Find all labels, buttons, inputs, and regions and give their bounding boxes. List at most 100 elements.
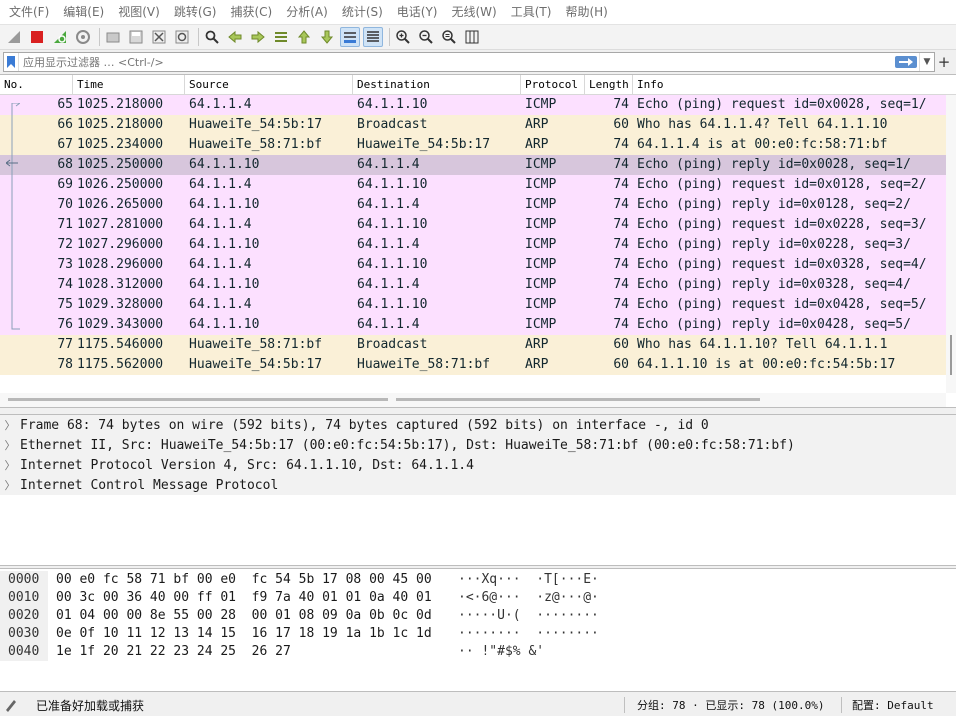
display-filter-input[interactable]: [19, 54, 895, 70]
detail-icmp[interactable]: 〉 Internet Control Message Protocol: [0, 475, 956, 495]
add-filter-button[interactable]: +: [935, 53, 953, 71]
byte-ascii[interactable]: ···Xq··· ·T[···E·: [458, 571, 618, 589]
save-file-icon[interactable]: [126, 27, 146, 47]
menu-capture[interactable]: 捕获(C): [223, 0, 279, 24]
byte-hex[interactable]: 00 e0 fc 58 71 bf 00 e0 fc 54 5b 17 08 0…: [56, 571, 458, 589]
byte-ascii[interactable]: ·<·6@··· ·z@···@·: [458, 589, 618, 607]
restart-capture-icon[interactable]: [50, 27, 70, 47]
chevron-right-icon[interactable]: 〉: [0, 457, 20, 473]
stop-capture-icon[interactable]: [27, 27, 47, 47]
column-header-protocol[interactable]: Protocol: [521, 75, 585, 94]
packet-list-rows: 65 1025.218000 64.1.1.4 64.1.1.10 ICMP 74 Echo…: [0, 95, 956, 375]
byte-offset[interactable]: 0000: [0, 571, 48, 589]
packet-row[interactable]: 77 1175.546000 HuaweiTe_58:71:bf Broadcast A…: [0, 335, 956, 355]
packet-row[interactable]: 65 1025.218000 64.1.1.4 64.1.1.10 ICMP 74 Echo…: [0, 95, 956, 115]
column-header-source[interactable]: Source: [185, 75, 353, 94]
packet-list-horizontal-scrollbar[interactable]: [0, 393, 946, 407]
byte-offset[interactable]: 0030: [0, 625, 48, 643]
packet-row[interactable]: 69 1026.250000 64.1.1.4 64.1.1.10 ICMP 74 Echo…: [0, 175, 956, 195]
packet-length: 60: [613, 337, 629, 352]
column-header-destination[interactable]: Destination: [353, 75, 521, 94]
packet-row[interactable]: 74 1028.312000 64.1.1.10 64.1.1.4 ICMP 74 Echo…: [0, 275, 956, 295]
menu-wireless[interactable]: 无线(W): [445, 0, 504, 24]
packet-row[interactable]: 70 1026.265000 64.1.1.10 64.1.1.4 ICMP 74 Echo…: [0, 195, 956, 215]
packet-row[interactable]: 72 1027.296000 64.1.1.10 64.1.1.4 ICMP 74 Echo…: [0, 235, 956, 255]
byte-hex[interactable]: 00 3c 00 36 40 00 ff 01 f9 7a 40 01 01 0…: [56, 589, 458, 607]
go-back-icon[interactable]: [225, 27, 245, 47]
menu-statistics[interactable]: 统计(S): [335, 0, 390, 24]
packet-row[interactable]: 67 1025.234000 HuaweiTe_58:71:bf HuaweiTe_5…: [0, 135, 956, 155]
packet-row[interactable]: 68 1025.250000 64.1.1.10 64.1.1.4 ICMP 74 Echo…: [0, 155, 956, 175]
chevron-right-icon[interactable]: 〉: [0, 437, 20, 453]
menu-help[interactable]: 帮助(H): [558, 0, 614, 24]
column-header-time[interactable]: Time: [73, 75, 185, 94]
packet-row[interactable]: 75 1029.328000 64.1.1.4 64.1.1.10 ICMP 74 Echo…: [0, 295, 956, 315]
byte-ascii[interactable]: ········ ········: [458, 625, 618, 643]
byte-hex[interactable]: 0e 0f 10 11 12 13 14 15 16 17 18 19 1a 1…: [56, 625, 458, 643]
zoom-out-icon[interactable]: [416, 27, 436, 47]
packet-no: 78: [57, 357, 73, 372]
packet-info: Echo (ping) reply id=0x0128, seq=2/: [637, 197, 911, 212]
menu-analyze[interactable]: 分析(A): [279, 0, 335, 24]
menu-file[interactable]: 文件(F): [2, 0, 56, 24]
byte-offset[interactable]: 0040: [0, 643, 48, 661]
reload-file-icon[interactable]: [172, 27, 192, 47]
apply-filter-icon[interactable]: [895, 56, 917, 68]
packet-info: 64.1.1.4 is at 00:e0:fc:58:71:bf: [637, 137, 888, 152]
packet-length: 74: [613, 277, 629, 292]
byte-ascii[interactable]: ·····U·( ········: [458, 607, 618, 625]
menu-view[interactable]: 视图(V): [111, 0, 167, 24]
packet-row[interactable]: 76 1029.343000 64.1.1.10 64.1.1.4 ICMP 74 Echo…: [0, 315, 956, 335]
menu-go[interactable]: 跳转(G): [167, 0, 224, 24]
detail-frame[interactable]: 〉 Frame 68: 74 bytes on wire (592 bits), …: [0, 415, 956, 435]
open-file-icon[interactable]: [103, 27, 123, 47]
detail-ipv4[interactable]: 〉 Internet Protocol Version 4, Src: 64.1.…: [0, 455, 956, 475]
byte-offset[interactable]: 0020: [0, 607, 48, 625]
find-packet-icon[interactable]: [202, 27, 222, 47]
chevron-down-icon[interactable]: ▼: [919, 53, 934, 71]
column-header-info[interactable]: Info: [633, 75, 956, 94]
packet-row[interactable]: 66 1025.218000 HuaweiTe_54:5b:17 Broadcast A…: [0, 115, 956, 135]
resize-columns-icon[interactable]: [462, 27, 482, 47]
go-last-icon[interactable]: [317, 27, 337, 47]
go-to-packet-icon[interactable]: [271, 27, 291, 47]
byte-offset[interactable]: 0010: [0, 589, 48, 607]
shark-fin-start-icon[interactable]: [4, 27, 24, 47]
chevron-right-icon[interactable]: 〉: [0, 417, 20, 433]
packet-source: 64.1.1.10: [189, 317, 260, 332]
packet-row[interactable]: 73 1028.296000 64.1.1.4 64.1.1.10 ICMP 74 Echo…: [0, 255, 956, 275]
colorize-icon[interactable]: [363, 27, 383, 47]
packet-source: HuaweiTe_58:71:bf: [189, 137, 323, 152]
detail-ethernet[interactable]: 〉 Ethernet II, Src: HuaweiTe_54:5b:17 (00…: [0, 435, 956, 455]
menu-telephony[interactable]: 电话(Y): [390, 0, 445, 24]
expert-info-icon[interactable]: [0, 698, 22, 712]
packet-list-vertical-scrollbar[interactable]: [946, 95, 956, 393]
packet-row[interactable]: 78 1175.562000 HuaweiTe_54:5b:17 HuaweiTe_5…: [0, 355, 956, 375]
packet-source: 64.1.1.4: [189, 97, 252, 112]
bookmark-icon[interactable]: [4, 53, 19, 71]
byte-hex[interactable]: 01 04 00 00 8e 55 00 28 00 01 08 09 0a 0…: [56, 607, 458, 625]
packet-protocol: ICMP: [525, 257, 557, 272]
menu-edit[interactable]: 编辑(E): [56, 0, 111, 24]
status-profile[interactable]: 配置: Default: [846, 697, 956, 713]
packet-length: 74: [613, 177, 629, 192]
packet-destination: 64.1.1.10: [357, 177, 428, 192]
normal-size-icon[interactable]: [439, 27, 459, 47]
column-header-no[interactable]: No.: [0, 75, 73, 94]
packet-length: 60: [613, 117, 629, 132]
byte-ascii[interactable]: ·· !"#$% &': [458, 643, 618, 661]
go-forward-icon[interactable]: [248, 27, 268, 47]
menu-tools[interactable]: 工具(T): [504, 0, 559, 24]
packet-length: 74: [613, 197, 629, 212]
go-first-icon[interactable]: [294, 27, 314, 47]
autoscroll-icon[interactable]: [340, 27, 360, 47]
packet-row[interactable]: 71 1027.281000 64.1.1.4 64.1.1.10 ICMP 74 Echo…: [0, 215, 956, 235]
capture-options-icon[interactable]: [73, 27, 93, 47]
close-file-icon[interactable]: [149, 27, 169, 47]
column-header-length[interactable]: Length: [585, 75, 633, 94]
packet-list-pane: No. Time Source Destination Protocol Len…: [0, 74, 956, 408]
zoom-in-icon[interactable]: [393, 27, 413, 47]
packet-protocol: ICMP: [525, 177, 557, 192]
byte-hex[interactable]: 1e 1f 20 21 22 23 24 25 26 27: [56, 643, 458, 661]
chevron-right-icon[interactable]: 〉: [0, 477, 20, 493]
